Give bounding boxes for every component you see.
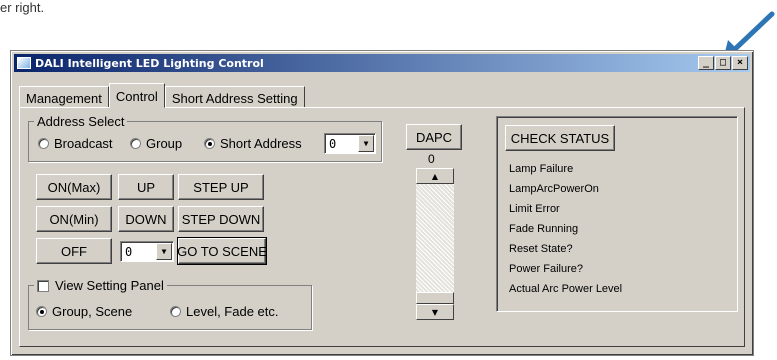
chevron-down-icon[interactable]: ▼ <box>358 135 374 152</box>
radio-level-fade[interactable]: Level, Fade etc. <box>170 304 279 319</box>
tab-bar: Management Control Short Address Setting <box>19 83 305 108</box>
arrow-down-icon[interactable]: ▼ <box>416 304 454 320</box>
address-select-legend: Address Select <box>37 114 125 129</box>
minimize-button[interactable]: _ <box>698 56 714 70</box>
radio-broadcast-indicator[interactable] <box>38 138 49 149</box>
status-lamp-arc-power-on: LampArcPowerOn <box>509 183 599 195</box>
scrollbar-track[interactable] <box>416 184 454 292</box>
status-reset-state: Reset State? <box>509 243 573 255</box>
status-actual-arc-power-level: Actual Arc Power Level <box>509 283 623 295</box>
short-address-value: 0 <box>329 136 337 151</box>
radio-group-label: Group <box>146 136 183 151</box>
caption-text: er right. <box>0 0 45 15</box>
status-limit-error: Limit Error <box>509 203 560 215</box>
short-address-select[interactable]: 0 ▼ <box>324 133 376 154</box>
maximize-button[interactable]: □ <box>715 56 731 70</box>
radio-group-indicator[interactable] <box>130 138 141 149</box>
go-to-scene-button[interactable]: GO TO SCENE <box>177 237 267 265</box>
radio-broadcast[interactable]: Broadcast <box>38 136 113 151</box>
close-button[interactable]: × <box>732 56 748 70</box>
dapc-scrollbar[interactable]: ▲ ▼ <box>416 168 454 320</box>
step-up-button[interactable]: STEP UP <box>178 174 264 200</box>
dapc-button[interactable]: DAPC <box>406 124 462 150</box>
status-lamp-failure: Lamp Failure <box>509 163 574 175</box>
tab-control[interactable]: Control <box>108 83 165 108</box>
chevron-down-icon[interactable]: ▼ <box>156 243 172 260</box>
scene-value: 0 <box>125 244 133 259</box>
radio-group-scene-indicator[interactable] <box>36 306 47 317</box>
on-min-button[interactable]: ON(Min) <box>36 206 112 232</box>
window-title: DALI Intelligent LED Lighting Control <box>35 56 264 70</box>
arrow-up-icon[interactable]: ▲ <box>416 168 454 184</box>
scene-select[interactable]: 0 ▼ <box>120 241 174 262</box>
view-setting-legend[interactable]: View Setting Panel <box>34 278 167 293</box>
view-setting-checkbox[interactable] <box>37 279 49 292</box>
tab-management[interactable]: Management <box>19 86 109 108</box>
radio-group-scene[interactable]: Group, Scene <box>36 304 132 319</box>
radio-short-address-label: Short Address <box>220 136 302 151</box>
radio-short-address[interactable]: Short Address <box>204 136 302 151</box>
app-icon <box>17 57 31 69</box>
control-panel: Address Select Broadcast Group Short Add… <box>19 107 745 347</box>
up-button[interactable]: UP <box>118 174 174 200</box>
app-window: DALI Intelligent LED Lighting Control _ … <box>10 50 754 356</box>
off-button[interactable]: OFF <box>36 238 112 264</box>
title-bar[interactable]: DALI Intelligent LED Lighting Control _ … <box>14 54 750 72</box>
view-setting-label: View Setting Panel <box>55 278 164 293</box>
tab-short-address-setting[interactable]: Short Address Setting <box>164 86 305 108</box>
check-status-button[interactable]: CHECK STATUS <box>505 125 615 151</box>
radio-group-scene-label: Group, Scene <box>52 304 133 319</box>
status-panel: CHECK STATUS Lamp Failure LampArcPowerOn… <box>496 116 738 312</box>
radio-group[interactable]: Group <box>130 136 182 151</box>
radio-level-fade-indicator[interactable] <box>170 306 181 317</box>
radio-short-address-indicator[interactable] <box>204 138 215 149</box>
status-fade-running: Fade Running <box>509 223 579 235</box>
on-max-button[interactable]: ON(Max) <box>36 174 112 200</box>
down-button[interactable]: DOWN <box>118 206 174 232</box>
radio-broadcast-label: Broadcast <box>54 136 113 151</box>
dapc-value: 0 <box>428 152 435 166</box>
radio-level-fade-label: Level, Fade etc. <box>186 304 279 319</box>
step-down-button[interactable]: STEP DOWN <box>178 206 264 232</box>
scrollbar-thumb[interactable] <box>416 292 454 304</box>
status-power-failure: Power Failure? <box>509 263 583 275</box>
